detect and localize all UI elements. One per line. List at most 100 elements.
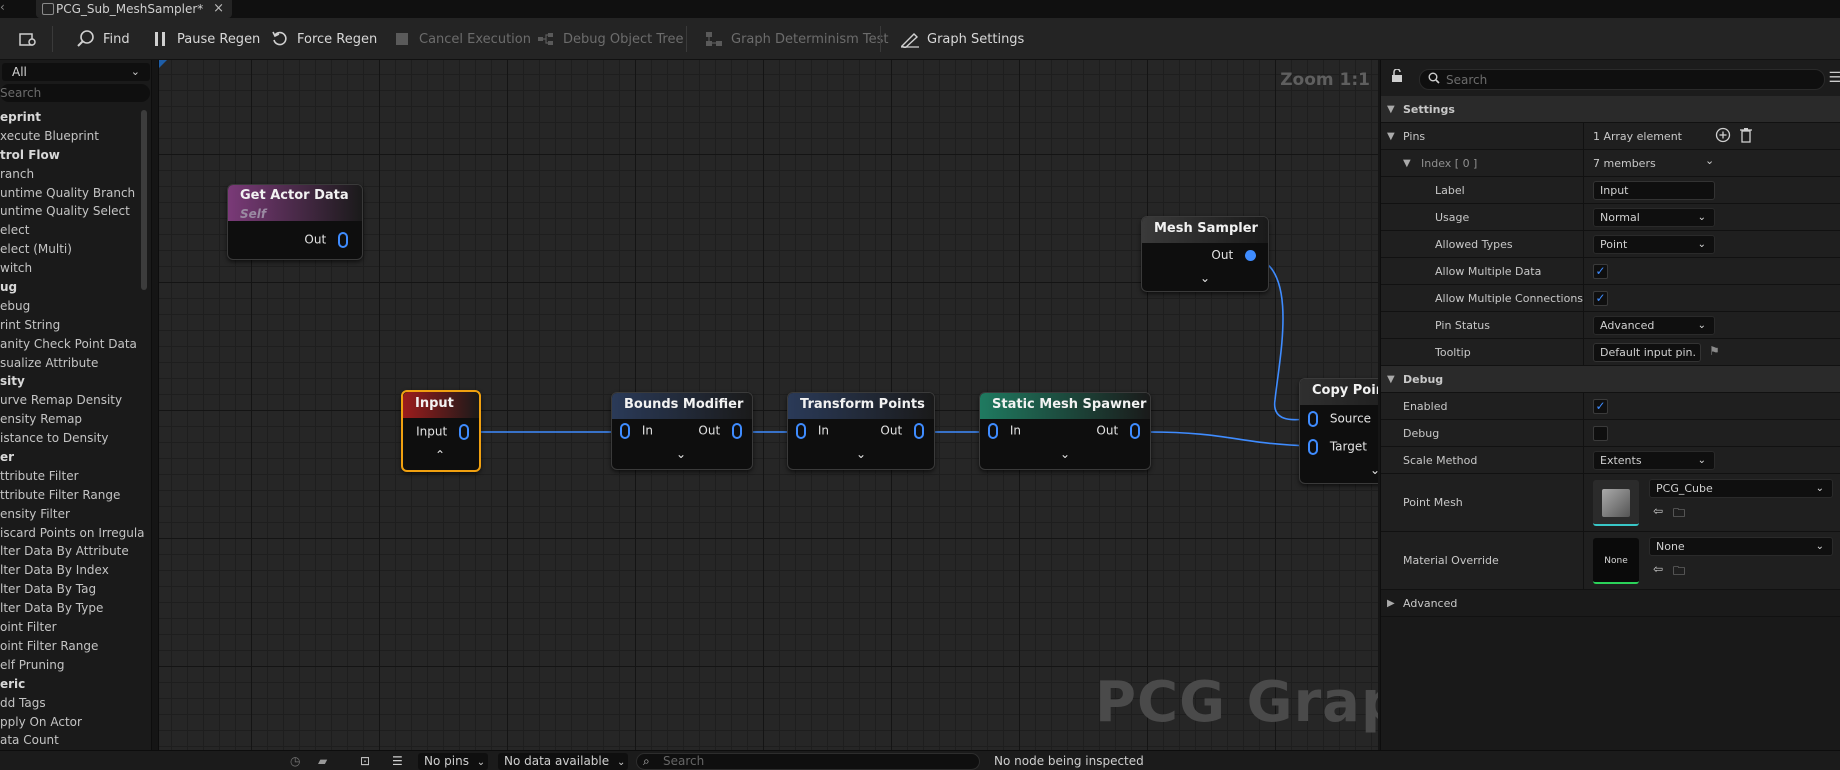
palette-search-input[interactable]: Search <box>0 84 150 102</box>
use-selected-asset-icon[interactable]: ⇦ <box>1653 562 1663 576</box>
graph-canvas[interactable]: Zoom 1:1 PCG Graph Get Actor Data Self O… <box>158 60 1378 750</box>
node-input[interactable]: Input Input ⌃ <box>401 390 481 472</box>
column-splitter[interactable] <box>1583 123 1584 149</box>
add-element-icon[interactable] <box>1715 127 1731 147</box>
pin-status-dropdown[interactable]: Advanced ⌄ <box>1593 316 1715 335</box>
delete-all-icon[interactable] <box>1739 127 1753 147</box>
allow-multiple-data-checkbox[interactable]: ✓ <box>1593 264 1608 279</box>
palette-node-item[interactable]: untime Quality Select <box>0 202 144 221</box>
palette-category[interactable]: eprint <box>0 108 144 127</box>
material-override-dropdown[interactable]: None ⌄ <box>1649 537 1833 556</box>
point-mesh-thumbnail[interactable] <box>1593 480 1639 526</box>
chevron-up-icon[interactable]: ⌃ <box>435 448 445 462</box>
palette-node-item[interactable]: lter Data By Attribute <box>0 542 144 561</box>
advanced-section-header[interactable]: ▶ Advanced <box>1381 590 1840 617</box>
debug-checkbox[interactable] <box>1593 426 1608 441</box>
debug-object-tree-button[interactable]: Debug Object Tree <box>536 18 683 60</box>
chevron-down-icon[interactable]: ⌄ <box>1060 447 1070 461</box>
chevron-down-icon[interactable]: ⌄ <box>1370 463 1378 477</box>
input-pin[interactable]: In <box>796 423 829 439</box>
folder-icon[interactable]: ▰ <box>318 754 327 768</box>
palette-node-item[interactable]: elect <box>0 221 144 240</box>
collapse-arrow-icon[interactable]: ▼ <box>1403 150 1411 177</box>
column-splitter[interactable] <box>1583 177 1584 203</box>
palette-node-item[interactable]: pply On Actor <box>0 713 144 732</box>
output-pin[interactable]: Out <box>698 423 742 439</box>
unlock-icon[interactable] <box>1391 68 1403 87</box>
browse-asset-icon[interactable]: 🗀 <box>1673 504 1685 525</box>
column-splitter[interactable] <box>1583 420 1584 446</box>
palette-node-item[interactable]: rint String <box>0 316 144 335</box>
node-transform-points[interactable]: Transform Points In Out ⌄ <box>787 392 935 470</box>
settings-section-header[interactable]: ▼ Settings <box>1381 96 1840 123</box>
palette-node-item[interactable]: ranch <box>0 165 144 184</box>
pins-filter-dropdown[interactable]: No pins ⌄ <box>418 753 488 770</box>
palette-category[interactable]: ug <box>0 278 144 297</box>
source-input-pin[interactable]: Source <box>1308 411 1371 427</box>
column-splitter[interactable] <box>1583 532 1584 589</box>
output-pin[interactable]: Out <box>304 232 348 248</box>
column-splitter[interactable] <box>1583 312 1584 338</box>
allow-multiple-connections-checkbox[interactable]: ✓ <box>1593 291 1608 306</box>
tab-overflow-icon[interactable]: ‹ <box>0 0 5 14</box>
column-splitter[interactable] <box>1583 447 1584 473</box>
palette-category[interactable]: sity <box>0 372 144 391</box>
column-splitter[interactable] <box>1583 258 1584 284</box>
filter-icon[interactable]: ☰ <box>392 754 403 768</box>
target-input-pin[interactable]: Target <box>1308 439 1367 455</box>
palette-node-item[interactable]: anity Check Point Data <box>0 335 144 354</box>
palette-node-item[interactable]: oint Filter <box>0 618 144 637</box>
node-static-mesh-spawner[interactable]: Static Mesh Spawner In Out ⌄ <box>979 392 1151 470</box>
palette-node-item[interactable]: iscard Points on Irregula <box>0 524 144 543</box>
force-regen-button[interactable]: Force Regen <box>270 18 377 60</box>
chevron-down-icon[interactable]: ⌄ <box>1200 271 1210 285</box>
input-pin[interactable]: In <box>620 423 653 439</box>
palette-category[interactable]: er <box>0 448 144 467</box>
palette-node-item[interactable]: dd Tags <box>0 694 144 713</box>
close-tab-icon[interactable]: × <box>213 1 224 16</box>
details-search-input[interactable]: Search <box>1419 69 1825 90</box>
output-pin[interactable]: Input <box>416 424 469 440</box>
palette-node-item[interactable]: ttribute Filter <box>0 467 144 486</box>
find-in-content-browser-button[interactable] <box>18 18 38 60</box>
palette-node-item[interactable]: ebug <box>0 297 144 316</box>
history-icon[interactable]: ◷ <box>290 754 300 768</box>
cancel-execution-button[interactable]: Cancel Execution <box>392 18 531 60</box>
column-splitter[interactable] <box>1583 204 1584 230</box>
document-tab[interactable]: PCG_Sub_MeshSampler* × <box>36 0 232 18</box>
column-splitter[interactable] <box>1583 339 1584 365</box>
palette-category[interactable]: eric <box>0 675 144 694</box>
palette-category[interactable]: trol Flow <box>0 146 144 165</box>
find-button[interactable]: Find <box>76 18 130 60</box>
data-filter-dropdown[interactable]: No data available ⌄ <box>498 753 628 770</box>
palette-filter-dropdown[interactable]: All ⌄ <box>2 63 150 81</box>
palette-node-item[interactable]: oint Filter Range <box>0 637 144 656</box>
palette-node-item[interactable]: sualize Attribute <box>0 354 144 373</box>
browse-asset-icon[interactable]: 🗀 <box>1673 562 1685 583</box>
tooltip-input[interactable]: Default input pin. <box>1593 343 1701 362</box>
palette-scrollbar[interactable] <box>141 110 147 290</box>
graph-determinism-test-button[interactable]: Graph Determinism Test <box>704 18 889 60</box>
palette-node-item[interactable]: lter Data By Index <box>0 561 144 580</box>
usage-dropdown[interactable]: Normal ⌄ <box>1593 208 1715 227</box>
palette-node-item[interactable]: urve Remap Density <box>0 391 144 410</box>
collapse-arrow-icon[interactable]: ▼ <box>1387 123 1395 150</box>
output-pin[interactable]: Out <box>1096 423 1140 439</box>
column-splitter[interactable] <box>1583 285 1584 311</box>
inspect-search-input[interactable]: ⌕ Search <box>636 753 980 770</box>
column-splitter[interactable] <box>1583 474 1584 531</box>
palette-node-item[interactable]: ttribute Filter Range <box>0 486 144 505</box>
use-selected-asset-icon[interactable]: ⇦ <box>1653 504 1663 518</box>
graph-settings-button[interactable]: Graph Settings <box>900 18 1024 60</box>
enabled-checkbox[interactable]: ✓ <box>1593 399 1608 414</box>
debug-section-header[interactable]: ▼ Debug <box>1381 366 1840 393</box>
column-splitter[interactable] <box>1583 393 1584 419</box>
palette-node-item[interactable]: elf Pruning <box>0 656 144 675</box>
column-splitter[interactable] <box>1583 231 1584 257</box>
output-pin[interactable]: Out <box>1211 248 1256 262</box>
pause-regen-button[interactable]: Pause Regen <box>150 18 260 60</box>
output-pin[interactable]: Out <box>880 423 924 439</box>
scale-method-dropdown[interactable]: Extents ⌄ <box>1593 451 1715 470</box>
column-splitter[interactable] <box>1583 150 1584 176</box>
point-mesh-dropdown[interactable]: PCG_Cube ⌄ <box>1649 479 1833 498</box>
